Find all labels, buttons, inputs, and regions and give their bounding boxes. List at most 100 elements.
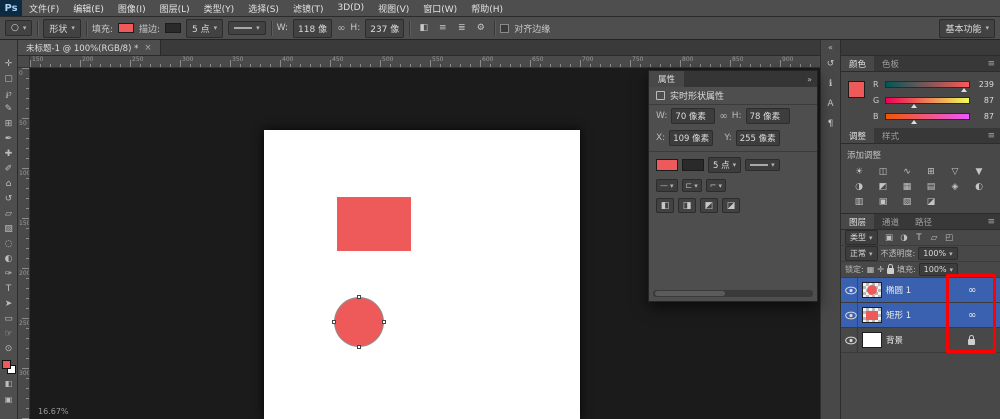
channel-mixer-icon[interactable]: ▤ [919, 179, 943, 194]
paragraph-panel-icon[interactable]: ¶ [823, 116, 839, 132]
shape-height-field[interactable]: 78 像素 [745, 108, 790, 124]
properties-tab[interactable]: 属性 [649, 71, 685, 87]
rectangular-marquee-tool[interactable]: ▢ [0, 71, 18, 86]
shape-y-field[interactable]: 255 像素 [735, 130, 780, 146]
shape-x-field[interactable]: 109 像素 [669, 130, 714, 146]
layer-thumbnail[interactable] [862, 282, 882, 298]
layer-name[interactable]: 矩形 1 [886, 309, 956, 321]
subtract-shape-button[interactable]: ◨ [678, 198, 696, 213]
clone-stamp-tool[interactable]: ⌂ [0, 176, 18, 191]
width-field[interactable]: 118 像 [293, 18, 333, 38]
slider-thumb[interactable] [960, 88, 967, 92]
layers-panel-menu-icon[interactable]: ≡ [982, 214, 1000, 229]
stroke-swatch[interactable] [165, 23, 181, 33]
color-tab-0[interactable]: 颜色 [841, 56, 875, 71]
menu-view[interactable]: 视图(V) [371, 2, 416, 15]
link-layers-icon[interactable]: ∞ [968, 310, 976, 321]
color-lookup-icon[interactable]: ◈ [943, 179, 967, 194]
shape-stroke-type-select[interactable]: ▾ [745, 159, 780, 171]
blue-slider[interactable] [885, 113, 970, 124]
height-field[interactable]: 237 像 [365, 18, 405, 38]
path-selection-tool[interactable]: ➤ [0, 296, 18, 311]
shape-width-field[interactable]: 70 像素 [671, 108, 716, 124]
pen-tool[interactable]: ✑ [0, 266, 18, 281]
filter-type-icon[interactable]: T [913, 233, 926, 243]
filter-adjustment-icon[interactable]: ◑ [898, 233, 911, 243]
foreground-color-swatch[interactable] [1, 360, 11, 369]
stroke-type-select[interactable]: ▾ [228, 21, 266, 35]
exposure-icon[interactable]: ⊞ [919, 164, 943, 179]
adjustments-panel-menu-icon[interactable]: ≡ [982, 128, 1000, 143]
workspace-switcher-button[interactable]: 基本功能 ▾ [939, 18, 995, 38]
type-tool[interactable]: T [0, 281, 18, 296]
filter-shape-icon[interactable]: ▱ [928, 233, 941, 243]
tool-mode-select[interactable]: 形状 ▾ [43, 18, 81, 38]
red-slider[interactable] [885, 81, 970, 92]
eyedropper-tool[interactable]: ✒ [0, 131, 18, 146]
collapse-panel-icon[interactable]: » [807, 75, 812, 84]
anchor-point-right[interactable] [382, 320, 386, 324]
fill-opacity-field[interactable]: 100% ▾ [918, 263, 959, 276]
layer-filter-select[interactable]: 类型 ▾ [845, 230, 878, 245]
brush-tool[interactable]: ✐ [0, 161, 18, 176]
scrollbar-thumb[interactable] [655, 291, 725, 296]
blend-mode-select[interactable]: 正常 ▾ [845, 246, 878, 261]
stroke-align-select[interactable]: — ▾ [656, 179, 678, 192]
black-white-icon[interactable]: ◩ [871, 179, 895, 194]
tool-preset-button[interactable]: ○ ▾ [5, 20, 33, 36]
align-edges-checkbox[interactable] [500, 23, 510, 33]
visibility-eye-icon[interactable] [844, 328, 858, 352]
foreground-swatch[interactable] [848, 81, 865, 98]
layer-row-background[interactable]: 背景 [841, 328, 1000, 353]
green-slider[interactable] [885, 97, 970, 108]
shape-fill-swatch[interactable] [656, 159, 678, 171]
dodge-tool[interactable]: ◐ [0, 251, 18, 266]
lock-position-icon[interactable]: ✛ [877, 265, 884, 274]
menu-3d[interactable]: 3D(D) [330, 3, 371, 13]
color-balance-icon[interactable]: ◑ [847, 179, 871, 194]
gradient-tool[interactable]: ▨ [0, 221, 18, 236]
visibility-eye-icon[interactable] [844, 303, 858, 327]
brightness-contrast-icon[interactable]: ☀ [847, 164, 871, 179]
anchor-point-top[interactable] [357, 295, 361, 299]
shape-stroke-swatch[interactable] [682, 159, 704, 171]
rectangle-tool[interactable]: ▭ [0, 311, 18, 326]
exclude-shapes-button[interactable]: ◪ [722, 198, 740, 213]
menu-file[interactable]: 文件(F) [22, 2, 66, 15]
path-alignment-button[interactable]: ≡ [434, 20, 451, 36]
document-canvas[interactable] [264, 130, 580, 419]
layers-tab-1[interactable]: 通道 [874, 214, 907, 229]
photo-filter-icon[interactable]: ▦ [895, 179, 919, 194]
menu-help[interactable]: 帮助(H) [464, 2, 510, 15]
path-arrange-button[interactable]: ≣ [453, 20, 470, 36]
color-tab-1[interactable]: 色板 [874, 56, 907, 71]
intersect-shapes-button[interactable]: ◩ [700, 198, 718, 213]
filter-smartobject-icon[interactable]: ◰ [943, 233, 956, 243]
menu-select[interactable]: 选择(S) [241, 2, 286, 15]
layer-name[interactable]: 背景 [886, 334, 956, 346]
levels-icon[interactable]: ◫ [871, 164, 895, 179]
fill-swatch[interactable] [117, 23, 134, 33]
stroke-corner-select[interactable]: ⌐ ▾ [705, 179, 726, 192]
close-tab-icon[interactable]: × [144, 43, 151, 53]
hue-saturation-icon[interactable]: ▼ [967, 164, 991, 179]
link-layers-icon[interactable]: ∞ [968, 285, 976, 296]
menu-image[interactable]: 图像(I) [111, 2, 153, 15]
menu-edit[interactable]: 编辑(E) [66, 2, 111, 15]
visibility-eye-icon[interactable] [844, 278, 858, 302]
layers-tab-2[interactable]: 路径 [907, 214, 940, 229]
shape-stroke-width-select[interactable]: 5 点 ▾ [708, 157, 742, 173]
properties-panel-titlebar[interactable]: 属性 » [649, 71, 817, 87]
slider-thumb[interactable] [911, 120, 918, 124]
green-channel-value[interactable]: 87 [974, 96, 994, 105]
curves-icon[interactable]: ∿ [895, 164, 919, 179]
opacity-field[interactable]: 100% ▾ [918, 247, 958, 260]
stroke-cap-select[interactable]: ⊏ ▾ [681, 179, 702, 192]
invert-icon[interactable]: ◐ [967, 179, 991, 194]
healing-brush-tool[interactable]: ✚ [0, 146, 18, 161]
lasso-tool[interactable]: ℘ [0, 86, 18, 101]
history-panel-icon[interactable]: ↺ [823, 56, 839, 72]
link-wh-icon[interactable]: ∞ [719, 111, 727, 122]
blue-channel-value[interactable]: 87 [974, 112, 994, 121]
crop-tool[interactable]: ⊞ [0, 116, 18, 131]
